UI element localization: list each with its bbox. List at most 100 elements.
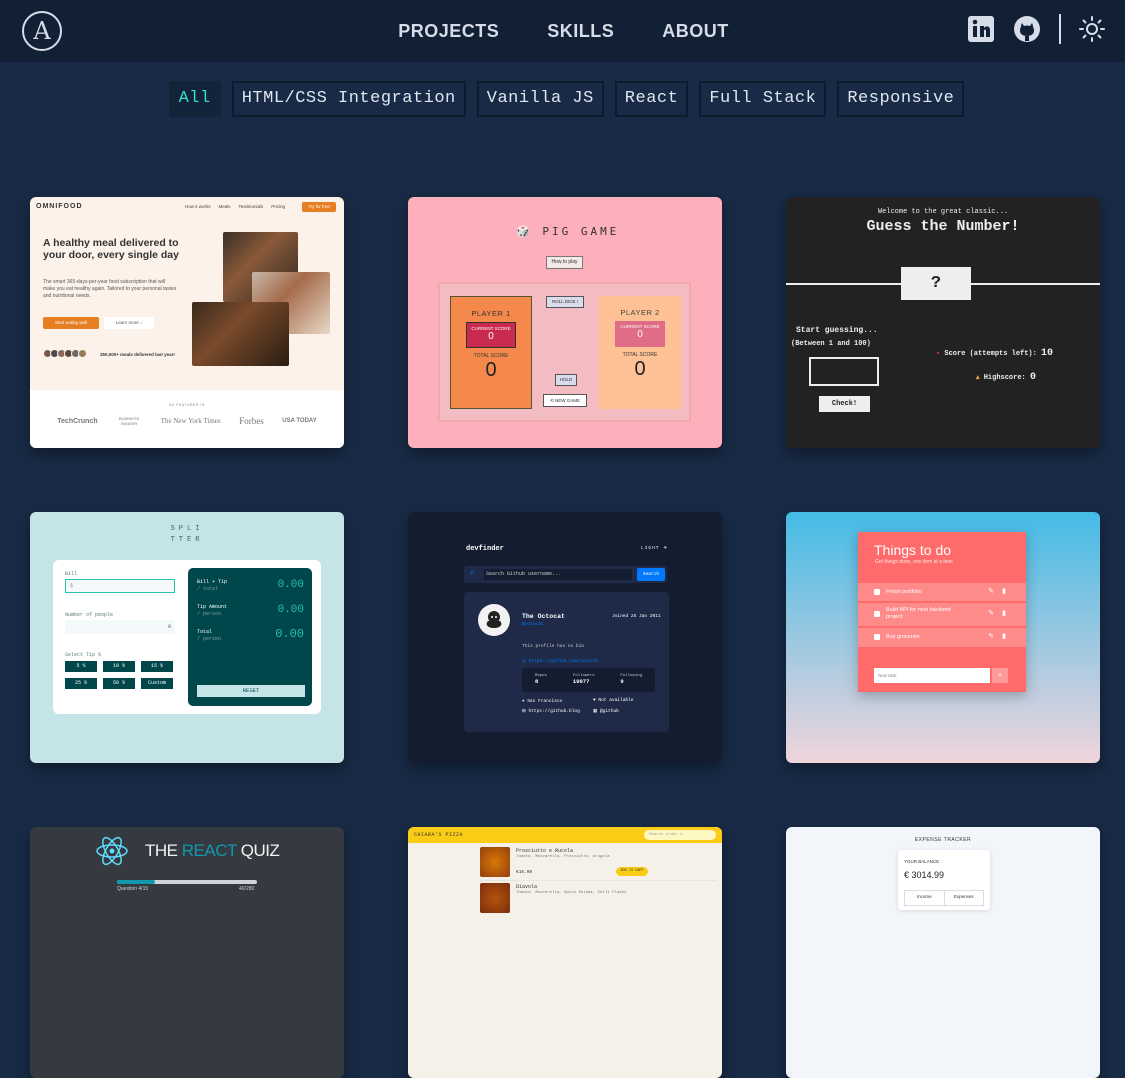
quiz-points: 40/280 [239, 886, 255, 892]
github-icon[interactable] [1013, 15, 1041, 43]
result-label: Total / person [197, 629, 221, 643]
pizza-name: Diavola [516, 884, 538, 890]
stat-value: 10077 [572, 678, 590, 685]
stat-value: 8 [534, 678, 539, 685]
roll-dice-button: ROLL DICE ! [546, 296, 584, 308]
dev-blog-text: https://github.blog [528, 709, 580, 714]
press-logo: The New York Times [160, 417, 221, 425]
project-card-splitter[interactable]: SPLI TTER Bill $ Number of people 0 Selec… [30, 512, 344, 763]
dev-search-bar: ⌕ Search Github username... Search [464, 566, 667, 583]
stat-value: 9 [620, 678, 624, 685]
dev-stats: Repos 8 Followers 10077 Following 9 [522, 668, 655, 692]
hold-button: HOLD [555, 374, 577, 386]
dice-icon: 🎲 [516, 225, 543, 238]
pizza-ingredients: Tomato, Mozzarella, Spicy Salami, Chili … [516, 891, 627, 895]
quiz-title-part: QUIZ [236, 841, 280, 860]
todo-item: Buy groceries ✎ ▮ [858, 628, 1026, 647]
result-value: 0.00 [275, 627, 304, 641]
filter-html-css[interactable]: HTML/CSS Integration [231, 81, 466, 117]
balance-value: € 3014.99 [904, 870, 945, 880]
player-2-current-score: 0 [637, 329, 643, 340]
player-1-panel: PLAYER 1 CURRENT SCORE 0 TOTAL SCORE 0 [450, 296, 532, 409]
tip-option: Custom [141, 678, 173, 689]
player-1-name: PLAYER 1 [471, 309, 511, 318]
nav-about[interactable]: ABOUT [662, 21, 729, 42]
new-task-input: New task [874, 668, 990, 683]
todo-panel: Things to do Get things done, one item a… [858, 532, 1026, 692]
project-card-react-quiz[interactable]: THE REACT QUIZ Question 4/15 40/280 [30, 827, 344, 1078]
project-card-todo[interactable]: Things to do Get things done, one item a… [786, 512, 1100, 763]
filter-react[interactable]: React [614, 81, 689, 117]
start-guessing: Start guessing... [796, 326, 878, 335]
guess-input [809, 357, 879, 386]
nav-projects[interactable]: PROJECTS [398, 21, 499, 42]
omnifood-avatars [43, 349, 87, 358]
pizza-name: Prosciutto e Rucola [516, 848, 574, 854]
player-1-current-score: 0 [488, 331, 494, 342]
people-input: 0 [65, 620, 175, 634]
project-card-pig-game[interactable]: 🎲 PIG GAME How to play PLAYER 1 CURRENT … [408, 197, 722, 448]
todo-text: Finish portfolio [886, 589, 922, 595]
dev-link-text: https://github.com/octocat [528, 659, 599, 664]
highscore-line: ▴ Highscore: 0 [976, 372, 1036, 383]
top-nav: A PROJECTS SKILLS ABOUT [0, 0, 1125, 62]
dev-stat: Following 9 [620, 673, 642, 692]
score-value: 10 [1041, 348, 1054, 359]
new-game-button: ⟲ NEW GAME [543, 394, 587, 407]
omnifood-nav-item: Meals [218, 204, 231, 209]
project-card-devfinder[interactable]: devfinder LIGHT ☀ ⌕ Search Github userna… [408, 512, 722, 763]
player-2-name: PLAYER 2 [620, 308, 660, 317]
add-to-cart-button: ADD TO CART [616, 867, 648, 876]
omnifood-text: The smart 365-days-per-year food subscri… [43, 279, 177, 299]
sun-icon[interactable] [1079, 16, 1105, 42]
balance-label: YOUR BALANCE [904, 859, 940, 864]
filter-responsive[interactable]: Responsive [837, 81, 965, 117]
dev-profile-card: The Octocat @octocat Joined 25 Jan 2011 … [464, 592, 669, 732]
dev-search-button: Search [637, 568, 665, 581]
range-hint: (Between 1 and 100) [791, 340, 871, 348]
splitter-panel: Bill $ Number of people 0 Select Tip % 5… [53, 560, 321, 714]
expense-title: EXPENSE TRACKER [914, 837, 972, 843]
splitter-logo-line: TTER [170, 536, 204, 544]
result-value: 0.00 [277, 604, 304, 616]
dev-link: ◎ https://github.com/octocat [522, 659, 599, 664]
pizza-header: CHIARA'S PIZZA Search order # [408, 827, 722, 843]
player-1-current: CURRENT SCORE 0 [466, 322, 516, 348]
press-logo: BUSINESS INSIDER [119, 416, 140, 426]
quiz-title-part: REACT [181, 841, 237, 860]
omnifood-featured: AS FEATURED IN TechCrunch BUSINESS INSID… [30, 390, 344, 448]
player-2-current: CURRENT SCORE 0 [615, 321, 665, 347]
project-card-expense-tracker[interactable]: EXPENSE TRACKER YOUR BALANCE € 3014.99 I… [786, 827, 1100, 1078]
project-card-guess-number[interactable]: Welcome to the great classic... Guess th… [786, 197, 1100, 448]
filter-vanilla-js[interactable]: Vanilla JS [476, 81, 604, 117]
omnifood-btn-primary: Start eating well [43, 317, 99, 329]
filter-full-stack[interactable]: Full Stack [699, 81, 827, 117]
edit-icon: ✎ [988, 610, 994, 617]
todo-item: Finish portfolio ✎ ▮ [858, 583, 1026, 602]
todo-text: Build API for next backend project [886, 607, 951, 620]
add-task-button: + [992, 668, 1008, 683]
project-card-omnifood[interactable]: OMNIFOOD How it works Meals Testimonials Pr… [30, 197, 344, 448]
project-card-pizza[interactable]: CHIARA'S PIZZA Search order # Prosciutto… [408, 827, 722, 1078]
todo-text: Buy groceries [886, 634, 920, 640]
quiz-title-part: THE [145, 841, 182, 860]
delete-icon: ▮ [1002, 633, 1006, 640]
result-label: Bill + Tip / total [197, 579, 227, 593]
nav-skills[interactable]: SKILLS [547, 21, 614, 42]
income-expense-box: Income Expenses [904, 890, 984, 906]
dev-company: ▦ @github [593, 709, 619, 714]
todo-subtitle: Get things done, one item at a time [875, 559, 953, 565]
checkbox-icon [874, 589, 880, 595]
dev-stat: Repos 8 [535, 673, 547, 692]
react-logo-icon [96, 836, 128, 866]
linkedin-icon[interactable] [967, 15, 995, 43]
pizza-price: €16.00 [516, 870, 533, 875]
devfinder-logo: devfinder [466, 545, 504, 553]
todo-item: Build API for next backend project ✎ ▮ [858, 603, 1026, 627]
omnifood-headline: A healthy meal delivered to your door, e… [43, 237, 179, 261]
result-title: Bill + Tip [197, 579, 228, 585]
omnifood-nav-item: How it works [185, 204, 211, 209]
result-unit: / total [197, 586, 219, 592]
filter-all[interactable]: All [168, 81, 221, 117]
pizza-divider [480, 880, 716, 881]
